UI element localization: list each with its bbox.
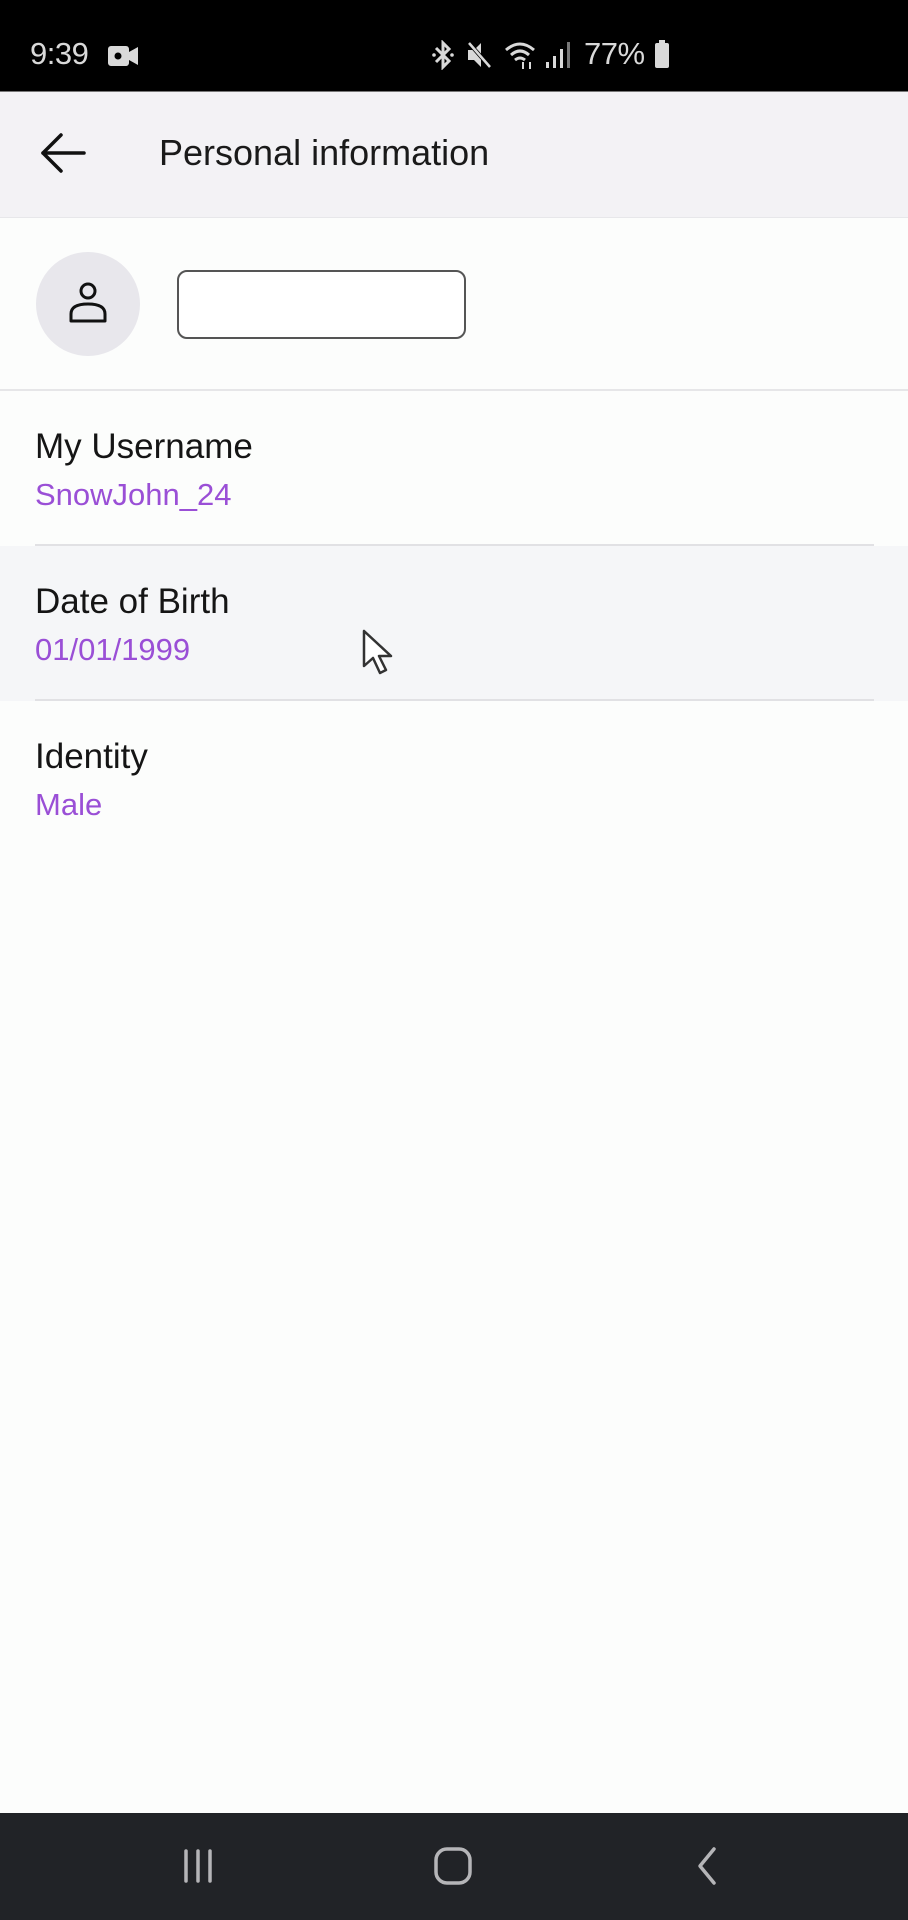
app-header: Personal information bbox=[0, 92, 908, 218]
info-item-username[interactable]: My Username SnowJohn_24 bbox=[0, 391, 908, 546]
video-camera-icon bbox=[108, 46, 138, 66]
status-bar: 9:39 77% bbox=[0, 0, 908, 92]
info-list: My Username SnowJohn_24 Date of Birth 01… bbox=[0, 391, 908, 856]
home-icon bbox=[433, 1846, 473, 1891]
bluetooth-icon bbox=[432, 39, 454, 75]
recent-apps-button[interactable] bbox=[153, 1833, 243, 1903]
recent-apps-icon bbox=[180, 1848, 216, 1889]
page-title: Personal information bbox=[159, 132, 490, 173]
info-value: 01/01/1999 bbox=[35, 632, 191, 667]
person-icon bbox=[67, 280, 109, 329]
battery-icon bbox=[654, 40, 670, 75]
home-button[interactable] bbox=[408, 1833, 498, 1903]
status-time: 9:39 bbox=[30, 36, 89, 71]
info-value: SnowJohn_24 bbox=[35, 477, 232, 512]
name-input[interactable] bbox=[177, 270, 466, 339]
avatar[interactable] bbox=[36, 252, 140, 356]
info-label: Identity bbox=[35, 737, 148, 776]
back-button[interactable] bbox=[30, 120, 96, 190]
info-value: Male bbox=[35, 787, 103, 822]
arrow-left-icon bbox=[40, 132, 86, 179]
wifi-icon bbox=[504, 40, 538, 75]
chevron-left-icon bbox=[695, 1846, 719, 1891]
info-item-identity[interactable]: Identity Male bbox=[0, 701, 908, 856]
mute-icon bbox=[466, 40, 492, 75]
signal-icon bbox=[544, 40, 572, 75]
info-item-date-of-birth[interactable]: Date of Birth 01/01/1999 bbox=[0, 546, 908, 701]
system-back-button[interactable] bbox=[662, 1833, 752, 1903]
system-nav-bar bbox=[0, 1813, 908, 1920]
info-label: My Username bbox=[35, 427, 253, 466]
battery-percent: 77% bbox=[584, 36, 645, 71]
profile-section bbox=[0, 218, 908, 391]
info-label: Date of Birth bbox=[35, 582, 230, 621]
